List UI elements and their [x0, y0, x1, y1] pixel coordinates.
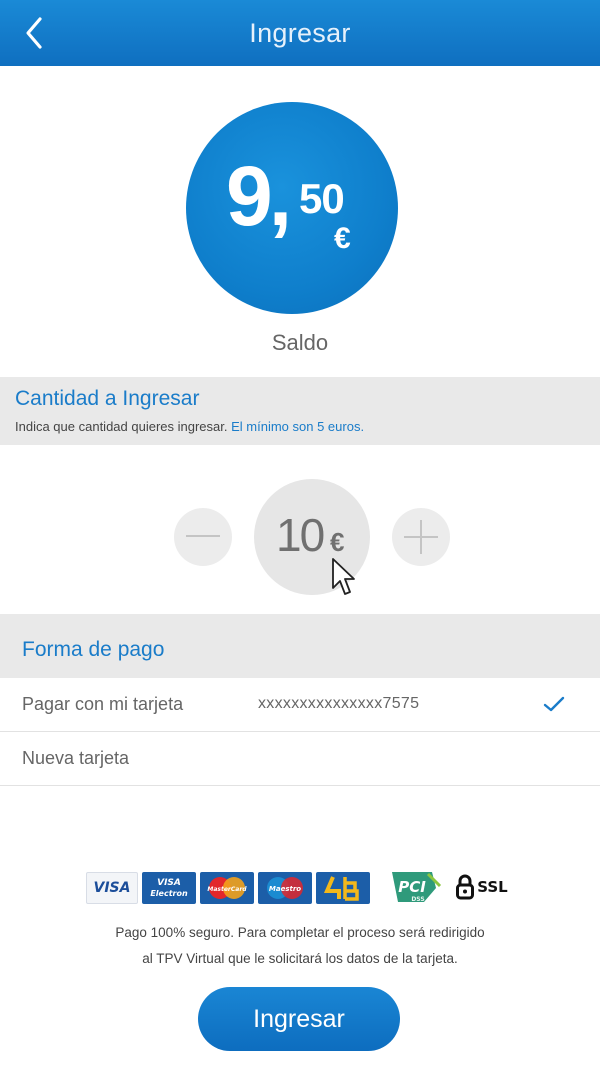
maestro-logo: Maestro: [258, 872, 312, 904]
balance-decimal: 50: [299, 175, 345, 222]
payment-option-label: Nueva tarjeta: [22, 748, 130, 768]
visa-logo: VISA: [86, 872, 138, 904]
payment-section-header: Forma de pago: [0, 614, 600, 678]
secure-notice-line-2: al TPV Virtual que le solicitará los dat…: [142, 951, 458, 966]
checkmark-icon: [543, 696, 565, 712]
svg-text:Maestro: Maestro: [269, 885, 301, 893]
pci-dss-logo: PCI DSS: [388, 868, 442, 906]
payment-section-title: Forma de pago: [22, 638, 165, 661]
amount-minimum-note: El mínimo son 5 euros.: [231, 419, 365, 434]
plus-icon: [404, 520, 438, 554]
pci-dss-icon: PCI DSS: [392, 872, 442, 903]
payment-logos: VISA VISA Electron MasterCard Maestro PC…: [0, 868, 600, 906]
amount-section-subtitle: Indica que cantidad quieres ingresar. El…: [15, 419, 364, 434]
balance-integer: 9,: [226, 149, 292, 243]
ingresar-submit-button[interactable]: Ingresar: [198, 987, 400, 1051]
padlock-icon: [456, 874, 475, 900]
chevron-left-icon: [26, 17, 42, 49]
page-title: Ingresar: [249, 17, 351, 48]
4b-icon: [323, 876, 359, 901]
amount-section-header: Cantidad a Ingresar Indica que cantidad …: [0, 377, 600, 445]
svg-text:MasterCard: MasterCard: [207, 886, 247, 893]
maestro-circles-icon: Maestro: [267, 877, 303, 899]
secure-payment-notice: Pago 100% seguro. Para completar el proc…: [40, 920, 560, 972]
increase-amount-button[interactable]: [392, 508, 450, 566]
secure-notice-line-1: Pago 100% seguro. Para completar el proc…: [115, 925, 485, 940]
balance-circle: 9, 50 €: [186, 102, 398, 314]
svg-text:PCI: PCI: [398, 878, 426, 896]
app-header: Ingresar: [0, 0, 600, 66]
back-button[interactable]: [14, 12, 54, 54]
amount-currency: €: [330, 527, 345, 557]
mouse-cursor-icon: [332, 558, 355, 595]
ssl-logo: SSL: [452, 870, 512, 904]
payment-option-saved-card[interactable]: Pagar con mi tarjeta xxxxxxxxxxxxxxx7575: [0, 678, 600, 732]
4b-logo: [316, 872, 370, 904]
mastercard-logo: MasterCard: [200, 872, 254, 904]
minus-icon: [186, 535, 220, 537]
mastercard-circles-icon: MasterCard: [207, 877, 247, 899]
visa-electron-logo: VISA Electron: [142, 872, 196, 904]
balance-currency: €: [334, 222, 351, 255]
masked-card-number: xxxxxxxxxxxxxxx7575: [258, 695, 420, 712]
amount-value: 10: [276, 509, 325, 561]
svg-text:DSS: DSS: [411, 896, 424, 903]
payment-option-new-card[interactable]: Nueva tarjeta: [0, 732, 600, 786]
amount-section-title: Cantidad a Ingresar: [15, 387, 200, 410]
balance-label: Saldo: [271, 330, 329, 355]
payment-option-label: Pagar con mi tarjeta: [22, 694, 184, 714]
decrease-amount-button[interactable]: [174, 508, 232, 566]
amount-subtitle-text: Indica que cantidad quieres ingresar.: [15, 419, 228, 434]
